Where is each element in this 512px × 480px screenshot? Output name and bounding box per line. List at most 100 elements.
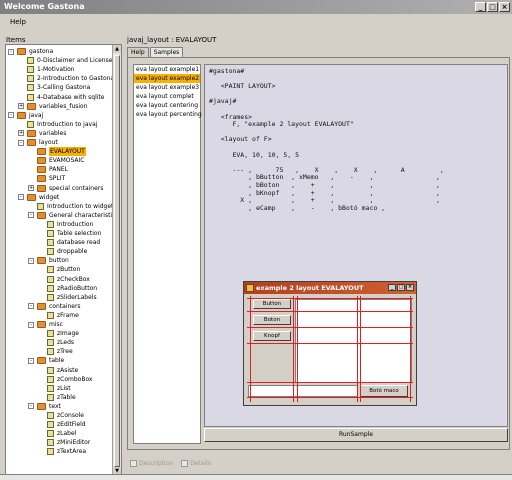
dialog-minimize-button[interactable]: _	[388, 284, 396, 291]
tree-leaf-node[interactable]: 1-Motivation	[27, 65, 75, 74]
tab-samples[interactable]: Samples	[149, 47, 184, 57]
camp-field[interactable]	[248, 385, 358, 397]
tree-folder-node[interactable]: gastona	[17, 47, 53, 56]
knopf-button[interactable]: Knopf	[253, 331, 291, 341]
tree-folder-node[interactable]: button	[37, 256, 69, 265]
minimize-button[interactable]: _	[475, 2, 486, 12]
expand-icon[interactable]: +	[18, 103, 24, 110]
tree-leaf-node[interactable]: 4-Database with sqlite	[27, 93, 104, 102]
tree-folder-node[interactable]: General characteristics	[37, 211, 114, 220]
tree-folder-node[interactable]: SPLIT	[37, 174, 65, 183]
list-item[interactable]: eva layout complet	[134, 92, 200, 101]
list-item[interactable]: eva layout example3	[134, 83, 200, 92]
tree-leaf-node[interactable]: zRadioButton	[47, 284, 97, 293]
button-button[interactable]: Button	[253, 299, 291, 309]
collapse-icon[interactable]: -	[18, 139, 24, 146]
collapse-icon[interactable]: -	[28, 257, 34, 264]
tree-folder-node[interactable]: misc	[37, 320, 63, 329]
tree-folder-node[interactable]: text	[37, 402, 61, 411]
list-item[interactable]: eva layout centering	[134, 101, 200, 110]
dialog-maximize-button[interactable]: □	[397, 284, 405, 291]
dialog-title-bar[interactable]: example 2 layout EVALAYOUT _ □ ×	[244, 282, 416, 294]
description-checkbox[interactable]: Description	[130, 460, 173, 467]
tree-folder-node[interactable]: containers	[37, 302, 81, 311]
tree-leaf-node[interactable]: zAsiste	[47, 366, 78, 375]
collapse-icon[interactable]: -	[28, 357, 34, 364]
folder-icon	[17, 111, 26, 119]
tree-leaf-node[interactable]: zSliderLabels	[47, 293, 97, 302]
boto-maco-button[interactable]: Botó maco	[360, 385, 408, 397]
close-button[interactable]: ×	[499, 2, 510, 12]
tree-leaf-node[interactable]: zButton	[47, 265, 80, 274]
tree-leaf-node[interactable]: zList	[47, 384, 71, 393]
tree-leaf-node[interactable]: Introduction to widgets	[37, 202, 114, 211]
tree-leaf-node[interactable]: Introduction	[47, 220, 93, 229]
tree-leaf-node[interactable]: database read	[47, 238, 100, 247]
tree-leaf-node[interactable]: zTable	[47, 393, 76, 402]
tree-leaf-node[interactable]: zEditField	[47, 420, 86, 429]
tree-scrollbar[interactable]: ▲ ▼	[112, 45, 121, 475]
menu-help[interactable]: Help	[10, 18, 26, 26]
tree-node-label: containers	[49, 302, 81, 310]
tree-folder-node[interactable]: javaj	[17, 111, 43, 120]
scroll-thumb[interactable]	[114, 55, 120, 467]
tree-leaf-node[interactable]: zTextArea	[47, 447, 86, 456]
tree-leaf-node[interactable]: zLeds	[47, 338, 74, 347]
tree-leaf-node[interactable]: Introduction to javaj	[27, 120, 97, 129]
window-title-bar[interactable]: Welcome Gastona _ □ ×	[0, 0, 512, 14]
tree-folder-node[interactable]: variables	[27, 129, 66, 138]
collapse-icon[interactable]: -	[28, 321, 34, 328]
tree-folder-node[interactable]: EVALAYOUT	[37, 147, 86, 157]
tree-leaf-node[interactable]: zImage	[47, 329, 79, 338]
tree-folder-node[interactable]: table	[37, 356, 64, 365]
collapse-icon[interactable]: -	[8, 112, 14, 119]
scroll-up-icon[interactable]: ▲	[113, 45, 121, 53]
tree-leaf-node[interactable]: zFrame	[47, 311, 79, 320]
tree-leaf-node[interactable]: zConsole	[47, 411, 84, 420]
collapse-icon[interactable]: -	[28, 303, 34, 310]
tree-folder-node[interactable]: layout	[27, 138, 58, 147]
example-dialog[interactable]: example 2 layout EVALAYOUT _ □ × Button …	[243, 281, 417, 406]
tree-leaf-node[interactable]: zComboBox	[47, 375, 93, 384]
tree-leaf-node[interactable]: zTree	[47, 347, 73, 356]
folder-icon	[27, 193, 36, 201]
tree-leaf-node[interactable]: droppable	[47, 247, 87, 256]
tree-node-label: EVAMOSAIC	[49, 157, 85, 165]
details-checkbox[interactable]: Details	[181, 460, 211, 467]
layout-grid-line	[250, 296, 251, 402]
layout-grid-line	[247, 343, 413, 344]
folder-icon	[27, 139, 36, 146]
expand-icon[interactable]: +	[28, 185, 34, 191]
items-tree[interactable]: - gastona 0-Disclaimer and License 1-Motiva…	[6, 45, 114, 475]
collapse-icon[interactable]: -	[28, 212, 34, 219]
tree-folder-node[interactable]: variables_fusion	[27, 102, 88, 111]
expand-icon[interactable]: +	[18, 130, 24, 137]
document-icon	[47, 293, 54, 301]
tree-leaf-node[interactable]: zMiniEditor	[47, 438, 90, 447]
document-icon	[47, 375, 54, 383]
tree-folder-node[interactable]: EVAMOSAIC	[37, 156, 85, 165]
boton-button[interactable]: Boton	[253, 315, 291, 325]
tree-node-label: special containers	[49, 184, 104, 192]
tree-folder-node[interactable]: PANEL	[37, 165, 68, 174]
run-sample-button[interactable]: RunSample	[204, 428, 508, 442]
tree-leaf-node[interactable]: 2-Introduction to Gastona	[27, 74, 114, 83]
list-item[interactable]: eva layout example1	[134, 65, 200, 74]
collapse-icon[interactable]: -	[8, 48, 14, 55]
maximize-button[interactable]: □	[487, 2, 498, 12]
collapse-icon[interactable]: -	[18, 194, 24, 201]
tree-folder-node[interactable]: special containers	[37, 184, 103, 193]
folder-icon	[37, 321, 46, 328]
list-item-selected[interactable]: eva layout example2	[134, 74, 200, 83]
tree-folder-node[interactable]: widget	[27, 193, 59, 202]
tree-node-label: SPLIT	[49, 175, 66, 183]
collapse-icon[interactable]: -	[28, 403, 34, 410]
tree-leaf-node[interactable]: Table selection	[47, 229, 101, 238]
dialog-close-button[interactable]: ×	[406, 284, 414, 291]
tree-leaf-node[interactable]: 0-Disclaimer and License	[27, 56, 112, 65]
tree-leaf-node[interactable]: zCheckBox	[47, 275, 90, 284]
list-item[interactable]: eva layout percenting	[134, 110, 202, 119]
tab-help[interactable]: Help	[127, 47, 149, 57]
tree-leaf-node[interactable]: zLabel	[47, 429, 76, 438]
tree-leaf-node[interactable]: 3-Calling Gastona	[27, 83, 90, 92]
